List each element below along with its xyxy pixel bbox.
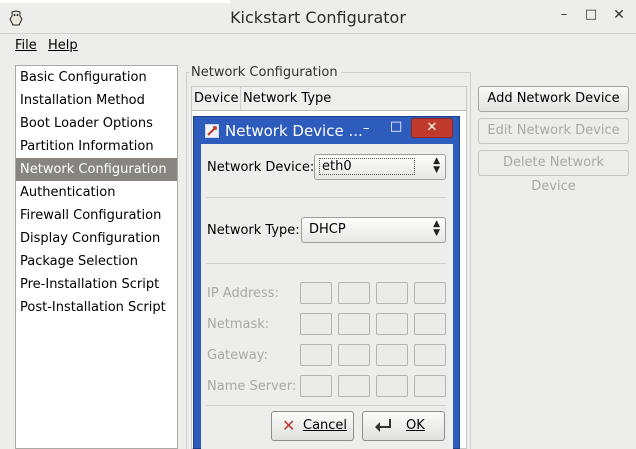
sidebar-item-partition-information[interactable]: Partition Information — [16, 135, 177, 158]
netmask-octet-4[interactable] — [414, 313, 446, 335]
ok-button-label: OK — [406, 418, 425, 433]
sidebar-item-package-selection[interactable]: Package Selection — [16, 250, 177, 273]
dialog-minimize-button[interactable]: – — [363, 121, 370, 136]
column-header-network-type[interactable]: Network Type — [241, 87, 466, 111]
dialog-close-button[interactable]: ✕ — [411, 118, 453, 138]
netmask-octet-3[interactable] — [376, 313, 408, 335]
gateway-label: Gateway: — [207, 348, 268, 363]
sidebar-item-authentication[interactable]: Authentication — [16, 181, 177, 204]
ok-button[interactable]: OK — [362, 411, 445, 441]
select-arrows-icon: ▲ ▼ — [433, 219, 440, 238]
minimize-button[interactable]: – — [554, 6, 574, 24]
gateway-octet-4[interactable] — [414, 344, 446, 366]
netmask-label: Netmask: — [207, 317, 270, 332]
close-button[interactable]: ✕ — [609, 6, 629, 24]
nameserver-octet-1[interactable] — [300, 375, 332, 397]
column-header-device[interactable]: Device — [192, 87, 241, 111]
delete-network-device-button[interactable]: Delete Network Device — [478, 150, 629, 194]
ip-octet-1[interactable] — [300, 282, 332, 304]
ip-octet-2[interactable] — [338, 282, 370, 304]
gateway-octet-3[interactable] — [376, 344, 408, 366]
cancel-button[interactable]: ✕ Cancel — [271, 411, 354, 441]
add-network-device-button[interactable]: Add Network Device — [478, 86, 629, 112]
maximize-button[interactable]: □ — [581, 6, 601, 24]
window-title: Kickstart Configurator — [230, 8, 406, 27]
nameserver-octet-3[interactable] — [376, 375, 408, 397]
cancel-x-icon: ✕ — [282, 416, 296, 435]
add-network-device-label: Add Network Device — [487, 91, 620, 106]
netmask-octet-1[interactable] — [300, 313, 332, 335]
network-frame-title: Network Configuration — [189, 65, 341, 80]
menu-bar: File Help — [0, 35, 636, 57]
dialog-maximize-button[interactable]: □ — [390, 119, 402, 134]
sidebar-item-display-configuration[interactable]: Display Configuration — [16, 227, 177, 250]
network-type-value: DHCP — [309, 222, 346, 237]
background-window-strip — [0, 0, 230, 3]
sidebar-item-network-configuration[interactable]: Network Configuration — [16, 158, 177, 181]
select-arrows-icon: ▲ ▼ — [433, 156, 440, 175]
dialog-separator — [206, 263, 446, 264]
nameserver-octet-2[interactable] — [338, 375, 370, 397]
sidebar-item-post-installation-script[interactable]: Post-Installation Script — [16, 296, 177, 319]
sidebar-item-basic-configuration[interactable]: Basic Configuration — [16, 66, 177, 89]
nameserver-octet-4[interactable] — [414, 375, 446, 397]
menu-file-label: File — [15, 38, 37, 53]
ip-octet-4[interactable] — [414, 282, 446, 304]
network-type-label: Network Type: — [207, 223, 300, 238]
network-device-select[interactable]: eth0 ▲ ▼ — [314, 154, 446, 180]
dialog-separator — [206, 405, 446, 406]
edit-network-device-button[interactable]: Edit Network Device — [478, 118, 629, 144]
menu-help[interactable]: Help — [48, 38, 78, 53]
ip-octet-3[interactable] — [376, 282, 408, 304]
sidebar-item-firewall-configuration[interactable]: Firewall Configuration — [16, 204, 177, 227]
ip-address-label: IP Address: — [207, 286, 279, 301]
category-sidebar: Basic Configuration Installation Method … — [15, 65, 178, 449]
ok-enter-icon — [373, 417, 395, 439]
sidebar-item-installation-method[interactable]: Installation Method — [16, 89, 177, 112]
network-device-value: eth0 — [319, 158, 415, 175]
gateway-octet-2[interactable] — [338, 344, 370, 366]
network-type-select[interactable]: DHCP ▲ ▼ — [301, 217, 446, 243]
dialog-title: Network Device ... — [225, 122, 363, 140]
sidebar-item-boot-loader-options[interactable]: Boot Loader Options — [16, 112, 177, 135]
menu-help-label: Help — [48, 38, 78, 53]
dialog-app-icon — [205, 124, 219, 138]
netmask-octet-2[interactable] — [338, 313, 370, 335]
cancel-button-label: Cancel — [303, 418, 348, 433]
network-device-label: Network Device: — [207, 160, 315, 175]
dialog-separator — [206, 197, 446, 198]
sidebar-item-pre-installation-script[interactable]: Pre-Installation Script — [16, 273, 177, 296]
name-server-label: Name Server: — [207, 379, 297, 394]
menu-file[interactable]: File — [15, 38, 37, 53]
gateway-octet-1[interactable] — [300, 344, 332, 366]
